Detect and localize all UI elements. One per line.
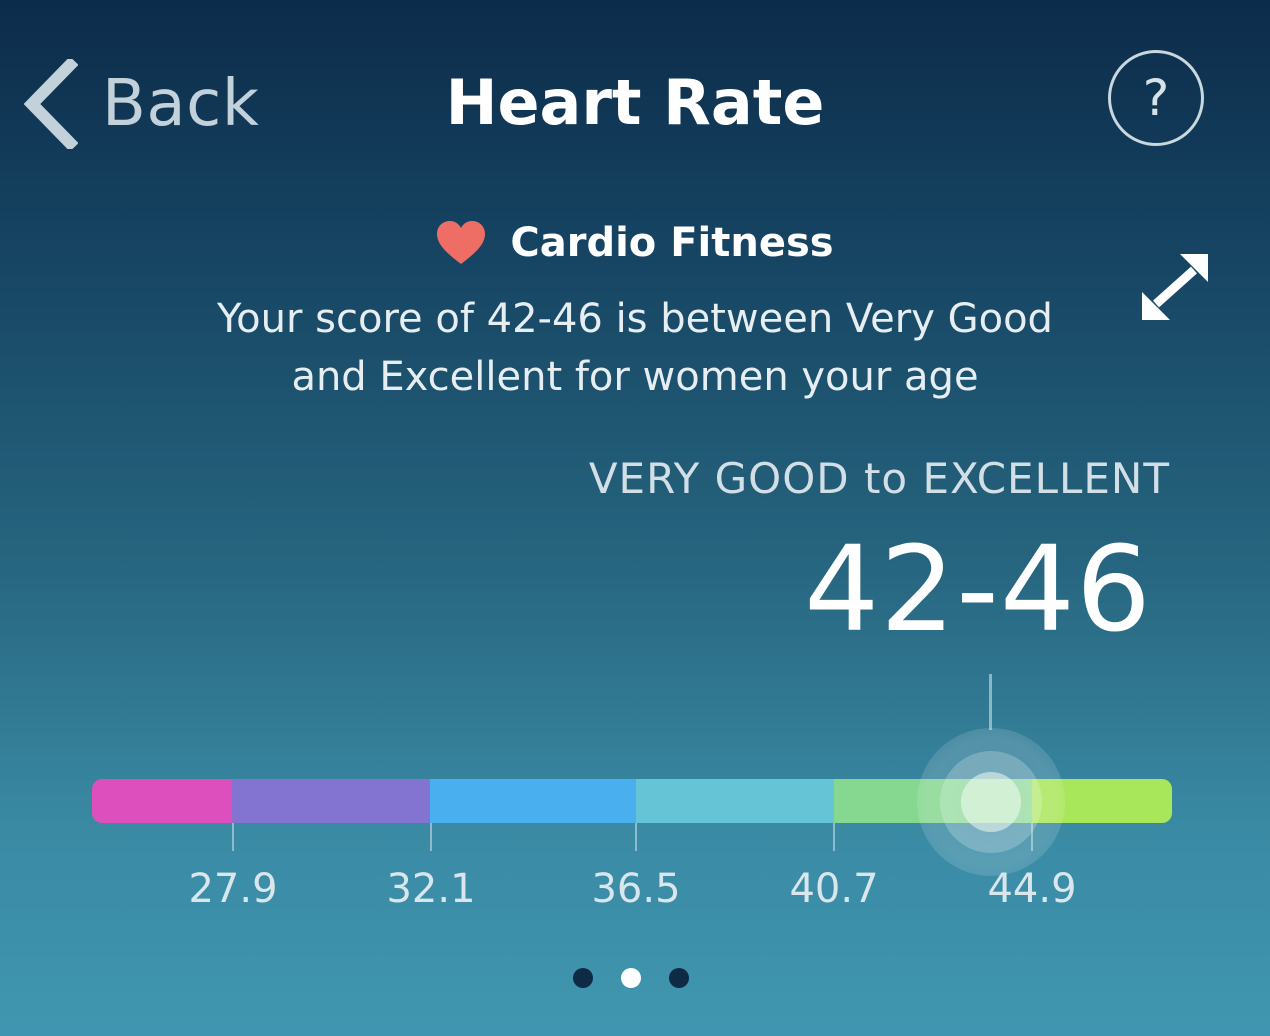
tick-label: 40.7 — [789, 866, 879, 912]
tick-label: 32.1 — [386, 866, 476, 912]
cardio-fitness-header: Cardio Fitness — [0, 220, 1270, 266]
help-button[interactable]: ? — [1108, 50, 1204, 146]
page-dot-active[interactable] — [621, 968, 641, 988]
page-dot[interactable] — [573, 968, 593, 988]
cardio-fitness-title: Cardio Fitness — [510, 220, 834, 266]
tick-mark — [833, 823, 835, 851]
page-title: Heart Rate — [445, 66, 825, 139]
question-circle-icon: ? — [1142, 69, 1170, 127]
tick-mark — [232, 823, 234, 851]
expand-arrows-icon — [1142, 254, 1208, 320]
page-dot[interactable] — [669, 968, 689, 988]
score-value: 42-46 — [804, 520, 1152, 658]
cardio-description: Your score of 42-46 is between Very Good… — [160, 290, 1110, 406]
fitness-range-bar — [92, 779, 1172, 823]
score-pointer-line — [989, 674, 992, 730]
heart-icon — [437, 221, 486, 264]
rating-label: VERY GOOD to EXCELLENT — [588, 454, 1170, 503]
range-segment — [636, 779, 834, 823]
range-segment — [1032, 779, 1172, 823]
range-segment — [834, 779, 1032, 823]
description-line-1: Your score of 42-46 is between Very Good — [217, 296, 1053, 342]
expand-button[interactable] — [1140, 254, 1210, 320]
tick-label: 44.9 — [987, 866, 1077, 912]
range-segment — [430, 779, 636, 823]
range-segment — [92, 779, 232, 823]
tick-label: 27.9 — [188, 866, 278, 912]
description-line-2: and Excellent for women your age — [291, 354, 979, 400]
tick-mark — [430, 823, 432, 851]
tick-label: 36.5 — [591, 866, 681, 912]
range-segment — [232, 779, 430, 823]
tick-mark — [635, 823, 637, 851]
tick-mark — [1031, 823, 1033, 851]
